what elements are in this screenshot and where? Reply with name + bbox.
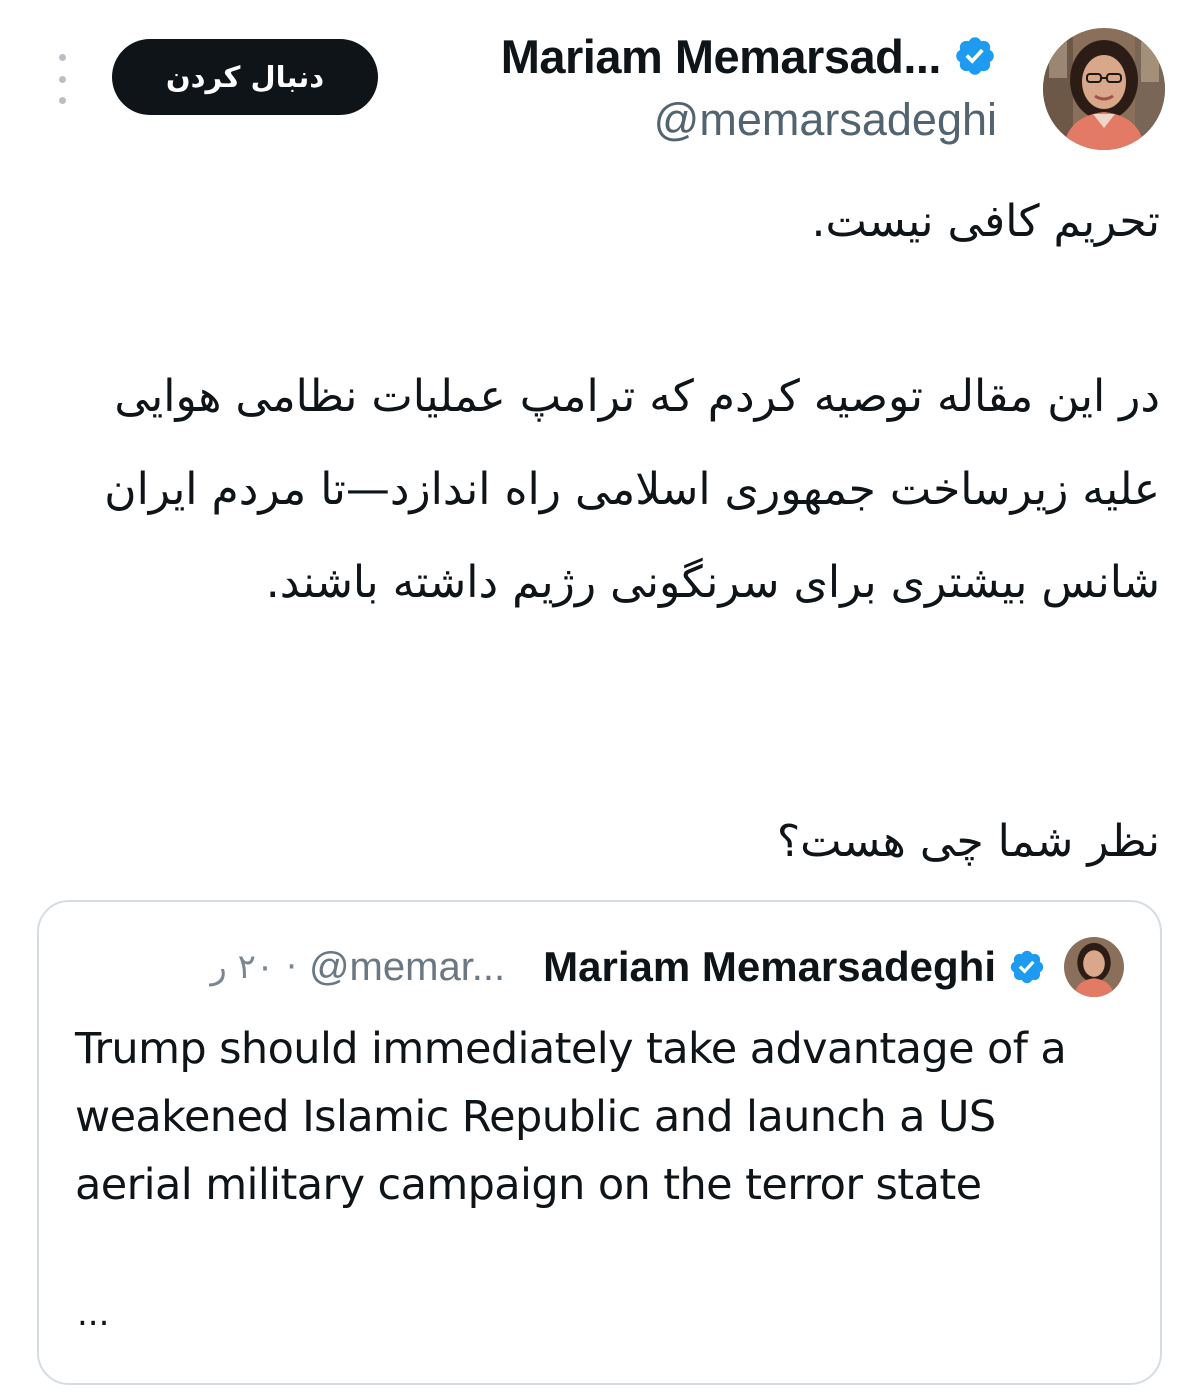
follow-button[interactable]: دنبال کردن xyxy=(112,39,378,115)
separator-dot: · xyxy=(286,947,297,987)
tweet-header: دنبال کردن Mariam Memarsad... @memarsade… xyxy=(40,24,1165,154)
tweet-text-paragraph: تحریم کافی نیست. xyxy=(811,196,1160,247)
avatar-portrait-icon xyxy=(1043,28,1165,150)
more-options-icon[interactable] xyxy=(48,54,76,104)
author-handle[interactable]: @memarsadeghi xyxy=(501,94,997,146)
quoted-tweet-author-name: Mariam Memarsadeghi xyxy=(543,943,996,990)
quoted-tweet-avatar xyxy=(1064,937,1124,997)
quoted-tweet-time[interactable]: ۲۰ ر xyxy=(210,947,274,987)
verified-badge-icon xyxy=(1010,950,1044,984)
verified-badge-icon xyxy=(956,37,994,75)
quoted-tweet-handle: @memar... xyxy=(308,944,506,989)
quoted-tweet-card[interactable]: ۲۰ ر · @memar... Mariam Memarsadeghi Tru… xyxy=(37,900,1162,1385)
quoted-tweet-ellipsis: ... xyxy=(77,1294,110,1334)
quoted-tweet-text: Trump should immediately take advantage … xyxy=(75,1024,1067,1210)
tweet-text-paragraph: نظر شما چی هست؟ xyxy=(776,816,1160,867)
quoted-tweet-header: ۲۰ ر · @memar... Mariam Memarsadeghi xyxy=(75,932,1124,1002)
author-avatar[interactable] xyxy=(1043,28,1165,150)
tweet-text-paragraph: در این مقاله توصیه کردم که ترامپ عملیات … xyxy=(104,371,1160,608)
author-info: Mariam Memarsad... @memarsadeghi xyxy=(501,24,997,146)
avatar-portrait-icon xyxy=(1064,937,1124,997)
author-name[interactable]: Mariam Memarsad... xyxy=(501,29,942,84)
